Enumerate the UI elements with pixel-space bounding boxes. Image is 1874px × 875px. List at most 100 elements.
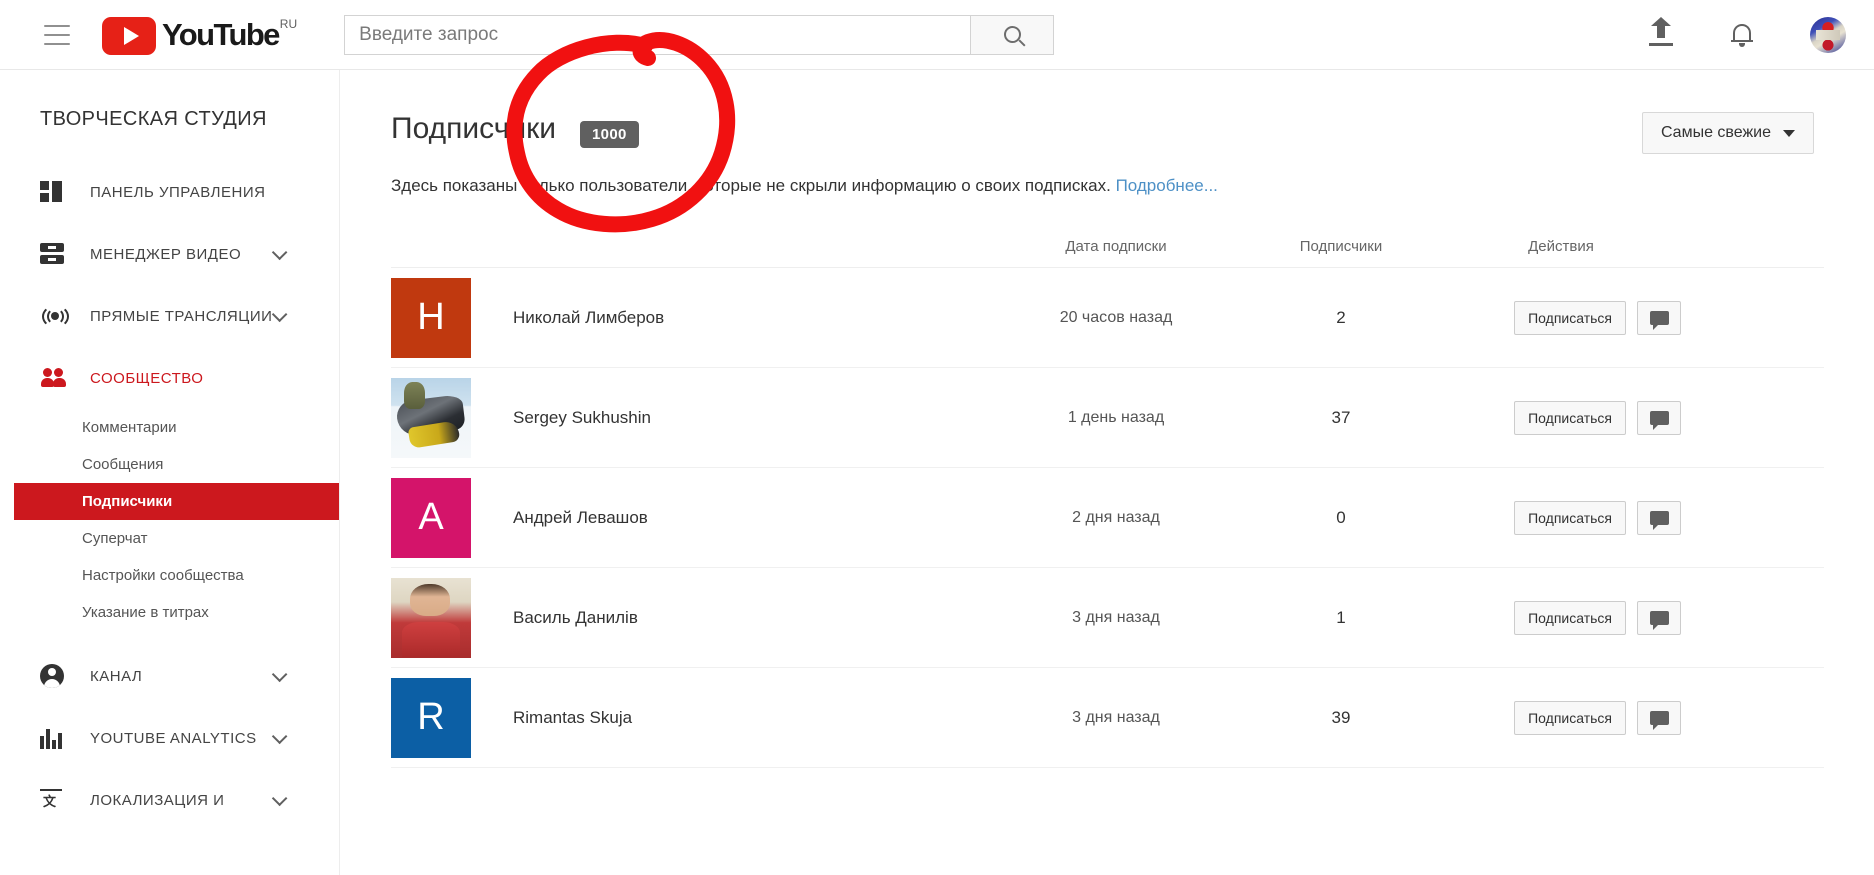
sidebar-subitem-label: Настройки сообщества	[82, 567, 244, 584]
user-cell: R Rimantas Skuja	[391, 677, 991, 758]
table-row: А Андрей Левашов 2 дня назад 0 Подписаться	[391, 468, 1824, 568]
sidebar-subitem-messages[interactable]: Сообщения	[14, 446, 339, 483]
chevron-down-icon	[271, 306, 288, 322]
youtube-logo[interactable]: YouTube RU	[102, 15, 297, 55]
subscriber-count: 37	[1331, 407, 1351, 427]
subscriber-avatar[interactable]: Н	[391, 277, 471, 358]
search-input[interactable]	[344, 14, 971, 55]
subscription-date: 1 день назад	[1067, 408, 1165, 426]
subscriber-count: 39	[1331, 707, 1351, 727]
video-manager-icon	[40, 243, 74, 265]
subscriber-count-badge: 1000	[580, 121, 639, 148]
message-icon	[1649, 310, 1669, 330]
subscriber-avatar[interactable]	[391, 377, 471, 458]
table-row: Василь Данилів 3 дня назад 1 Подписаться	[391, 568, 1824, 668]
message-button[interactable]	[1637, 500, 1681, 535]
page-header: Подписчики 1000 Самые свежие	[341, 70, 1874, 154]
sort-dropdown-label: Самые свежие	[1660, 124, 1771, 141]
subscriber-name[interactable]: Андрей Левашов	[513, 508, 648, 528]
live-broadcast-icon	[40, 304, 74, 328]
subscribers-table: Дата подписки Подписчики Действия Н Никол…	[391, 226, 1824, 768]
page-subtitle: Здесь показаны только пользователи, кото…	[341, 154, 1874, 196]
sidebar-subitem-label: Комментарии	[82, 419, 177, 436]
sidebar-subitem-label: Сообщения	[82, 456, 164, 473]
user-cell: Н Николай Лимберов	[391, 277, 991, 358]
table-header-row: Дата подписки Подписчики Действия	[391, 226, 1824, 268]
sidebar-subitem-label: Указание в титрах	[82, 604, 209, 621]
table-row: Н Николай Лимберов 20 часов назад 2 Подписат…	[391, 268, 1824, 368]
actions-cell: Подписаться	[1441, 500, 1681, 535]
sidebar-item-video-manager[interactable]: МЕНЕДЖЕР ВИДЕО	[14, 223, 339, 285]
hamburger-icon[interactable]	[44, 24, 70, 45]
search-button[interactable]	[970, 14, 1055, 55]
youtube-logo-text: YouTube	[162, 16, 280, 52]
subscribe-button[interactable]: Подписаться	[1514, 300, 1626, 335]
message-icon	[1649, 710, 1669, 730]
chevron-down-icon	[271, 666, 288, 682]
subscribe-button[interactable]: Подписаться	[1514, 400, 1626, 435]
user-cell: Sergey Sukhushin	[391, 377, 991, 458]
analytics-icon	[40, 728, 74, 749]
sidebar: ТВОРЧЕСКАЯ СТУДИЯ ПАНЕЛЬ УПРАВЛЕНИЯ МЕНЕ…	[14, 70, 340, 875]
localization-icon: 文	[40, 789, 74, 811]
community-icon	[40, 368, 74, 388]
message-button[interactable]	[1637, 700, 1681, 735]
bell-icon[interactable]	[1730, 22, 1754, 48]
subscriber-name[interactable]: Василь Данилів	[513, 608, 638, 628]
sidebar-subitem-subscribers[interactable]: Подписчики	[14, 483, 339, 520]
upload-icon[interactable]	[1648, 16, 1674, 47]
sidebar-item-live[interactable]: ПРЯМЫЕ ТРАНСЛЯЦИИ	[14, 285, 339, 347]
actions-cell: Подписаться	[1441, 300, 1681, 335]
subscriber-name[interactable]: Sergey Sukhushin	[513, 408, 651, 428]
subscribe-button[interactable]: Подписаться	[1514, 700, 1626, 735]
message-icon	[1649, 510, 1669, 530]
top-header: YouTube RU	[0, 0, 1874, 70]
dashboard-icon	[40, 181, 74, 203]
subscriber-name[interactable]: Николай Лимберов	[513, 308, 664, 328]
sidebar-subitem-community-settings[interactable]: Настройки сообщества	[14, 557, 339, 594]
user-cell: А Андрей Левашов	[391, 477, 991, 558]
subscriber-avatar[interactable]	[391, 577, 471, 658]
subscribe-button[interactable]: Подписаться	[1514, 500, 1626, 535]
chevron-down-icon	[1783, 129, 1795, 137]
sort-dropdown[interactable]: Самые свежие	[1641, 112, 1814, 154]
learn-more-link[interactable]: Подробнее...	[1116, 176, 1218, 195]
subscribe-button[interactable]: Подписаться	[1514, 600, 1626, 635]
chevron-down-icon	[271, 790, 288, 806]
sidebar-title: ТВОРЧЕСКАЯ СТУДИЯ	[40, 108, 267, 130]
message-button[interactable]	[1637, 300, 1681, 335]
subscription-date: 3 дня назад	[1072, 608, 1160, 626]
user-cell: Василь Данилів	[391, 577, 991, 658]
sidebar-item-label: ПАНЕЛЬ УПРАВЛЕНИЯ	[90, 183, 266, 201]
avatar[interactable]	[1810, 16, 1846, 53]
message-button[interactable]	[1637, 400, 1681, 435]
sidebar-item-label: YOUTUBE ANALYTICS	[90, 729, 257, 747]
subscriber-count: 0	[1336, 507, 1346, 527]
message-button[interactable]	[1637, 600, 1681, 635]
subscriber-avatar[interactable]: А	[391, 477, 471, 558]
sidebar-subitem-label: Подписчики	[82, 493, 173, 510]
youtube-play-icon	[102, 16, 156, 55]
subscriber-name[interactable]: Rimantas Skuja	[513, 708, 632, 728]
actions-cell: Подписаться	[1441, 600, 1681, 635]
search-icon	[1003, 26, 1021, 43]
page-title: Подписчики	[391, 112, 557, 145]
sidebar-item-dashboard[interactable]: ПАНЕЛЬ УПРАВЛЕНИЯ	[14, 161, 339, 223]
sidebar-item-community[interactable]: СООБЩЕСТВО	[14, 347, 339, 409]
sidebar-item-analytics[interactable]: YOUTUBE ANALYTICS	[14, 707, 339, 769]
sidebar-item-label: МЕНЕДЖЕР ВИДЕО	[90, 245, 242, 263]
chevron-down-icon	[271, 244, 288, 260]
sidebar-item-label: ЛОКАЛИЗАЦИЯ И	[90, 791, 225, 809]
column-header-actions: Действия	[1528, 238, 1594, 255]
actions-cell: Подписаться	[1441, 700, 1681, 735]
sidebar-item-channel[interactable]: КАНАЛ	[14, 645, 339, 707]
sidebar-subitem-credits[interactable]: Указание в титрах	[14, 594, 339, 631]
subscriber-avatar[interactable]: R	[391, 677, 471, 758]
sidebar-subitem-comments[interactable]: Комментарии	[14, 409, 339, 446]
message-icon	[1649, 610, 1669, 630]
subscriber-count: 1	[1336, 607, 1346, 627]
sidebar-subitem-superchat[interactable]: Суперчат	[14, 520, 339, 557]
chevron-down-icon	[271, 728, 288, 744]
youtube-country-code: RU	[279, 16, 298, 31]
sidebar-item-localization[interactable]: 文 ЛОКАЛИЗАЦИЯ И	[14, 769, 339, 831]
